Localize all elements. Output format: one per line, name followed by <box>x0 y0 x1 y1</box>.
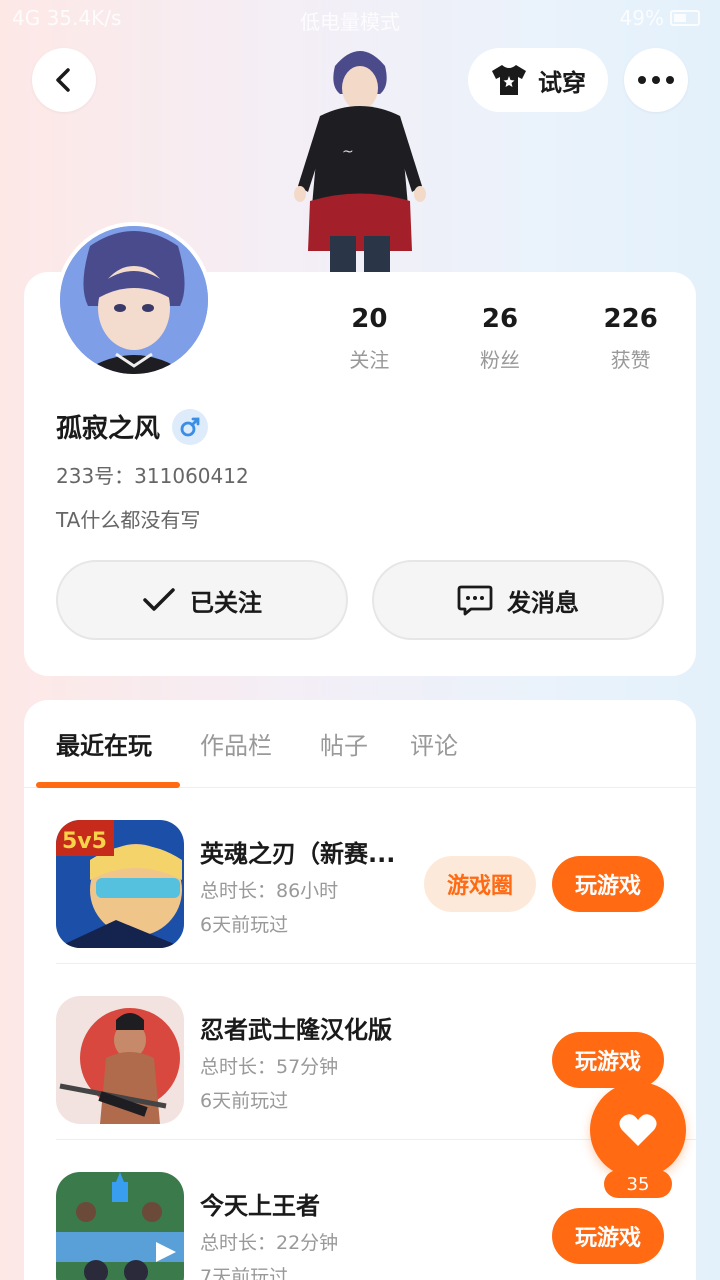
stat-likes[interactable]: 226 获赞 <box>565 304 696 373</box>
user-id: 233号：311060412 <box>56 464 249 488</box>
avatar-figure-image: ~ <box>294 51 426 276</box>
more-dots-icon <box>638 76 674 84</box>
try-on-label: 试穿 <box>538 68 586 97</box>
tab-comments[interactable]: 评论 <box>410 726 458 761</box>
svg-text:5v5: 5v5 <box>62 829 107 854</box>
status-bar: 4G 35.4K/s 低电量模式 49% <box>0 0 720 36</box>
back-button[interactable] <box>32 48 96 112</box>
followed-label: 已关注 <box>190 588 262 617</box>
battery-status: 49% <box>620 6 700 30</box>
tab-works[interactable]: 作品栏 <box>200 726 272 761</box>
stat-followers-label: 粉丝 <box>480 348 520 372</box>
tab-recent-games[interactable]: 最近在玩 <box>56 726 152 761</box>
send-message-button[interactable]: 发消息 <box>372 560 664 640</box>
stat-likes-value: 226 <box>603 304 658 334</box>
game-title: 忍者武士隆汉化版 <box>200 1016 392 1044</box>
stat-followers-value: 26 <box>481 304 519 334</box>
game-last-played: 6天前玩过 <box>200 1090 289 1112</box>
stat-following[interactable]: 20 关注 <box>304 304 435 373</box>
stat-following-value: 20 <box>351 304 388 334</box>
like-count-badge: 35 <box>604 1170 672 1198</box>
games-card: 最近在玩 作品栏 帖子 评论 5v5 英魂之刃（新赛... 总时长：86小时 6… <box>24 700 696 1280</box>
shirt-icon <box>492 65 526 95</box>
profile-stats: 20 关注 26 粉丝 226 获赞 <box>304 304 696 373</box>
stat-following-label: 关注 <box>349 348 390 372</box>
chevron-left-icon <box>56 68 70 92</box>
power-mode: 低电量模式 <box>300 10 400 34</box>
send-message-label: 发消息 <box>507 588 579 617</box>
network-speed: 4G 35.4K/s <box>12 6 122 30</box>
username-row: 孤寂之风 <box>56 408 209 445</box>
game-icon-wangzhe <box>56 1172 184 1280</box>
profile-tabs: 最近在玩 作品栏 帖子 评论 <box>24 700 696 788</box>
battery-percent: 49% <box>619 6 664 30</box>
more-button[interactable] <box>624 48 688 112</box>
play-game-button[interactable]: 玩游戏 <box>552 1032 664 1088</box>
play-game-button[interactable]: 玩游戏 <box>552 856 664 912</box>
avatar-image <box>60 226 208 374</box>
play-game-button[interactable]: 玩游戏 <box>552 1208 664 1264</box>
battery-icon <box>670 10 700 26</box>
game-duration: 总时长：22分钟 <box>200 1232 339 1254</box>
game-circle-button[interactable]: 游戏圈 <box>424 856 536 912</box>
user-bio: TA什么都没有写 <box>56 508 201 532</box>
like-floating-button[interactable] <box>590 1082 686 1178</box>
game-row[interactable]: 5v5 英魂之刃（新赛... 总时长：86小时 6天前玩过 游戏圈 玩游戏 <box>56 788 696 964</box>
stat-followers[interactable]: 26 粉丝 <box>435 304 566 373</box>
avatar[interactable] <box>56 222 212 378</box>
game-last-played: 7天前玩过 <box>200 1266 289 1280</box>
svg-text:~: ~ <box>342 144 354 160</box>
followed-button[interactable]: 已关注 <box>56 560 348 640</box>
try-on-button[interactable]: 试穿 <box>468 48 608 112</box>
game-row[interactable]: 今天上王者 总时长：22分钟 7天前玩过 玩游戏 <box>56 1140 696 1280</box>
game-icon-yinghun: 5v5 <box>56 820 184 948</box>
game-icon-ninja <box>56 996 184 1124</box>
game-duration: 总时长：57分钟 <box>200 1056 339 1078</box>
game-title: 英魂之刃（新赛... <box>200 840 396 868</box>
tab-posts[interactable]: 帖子 <box>320 726 368 761</box>
checkmark-icon <box>143 588 175 611</box>
game-last-played: 6天前玩过 <box>200 914 289 936</box>
stat-likes-label: 获赞 <box>610 348 651 372</box>
heart-icon <box>619 1114 657 1146</box>
game-title: 今天上王者 <box>200 1192 320 1220</box>
male-gender-icon <box>172 408 209 445</box>
chat-bubble-icon <box>457 585 493 616</box>
game-duration: 总时长：86小时 <box>200 880 339 902</box>
username: 孤寂之风 <box>56 414 161 444</box>
